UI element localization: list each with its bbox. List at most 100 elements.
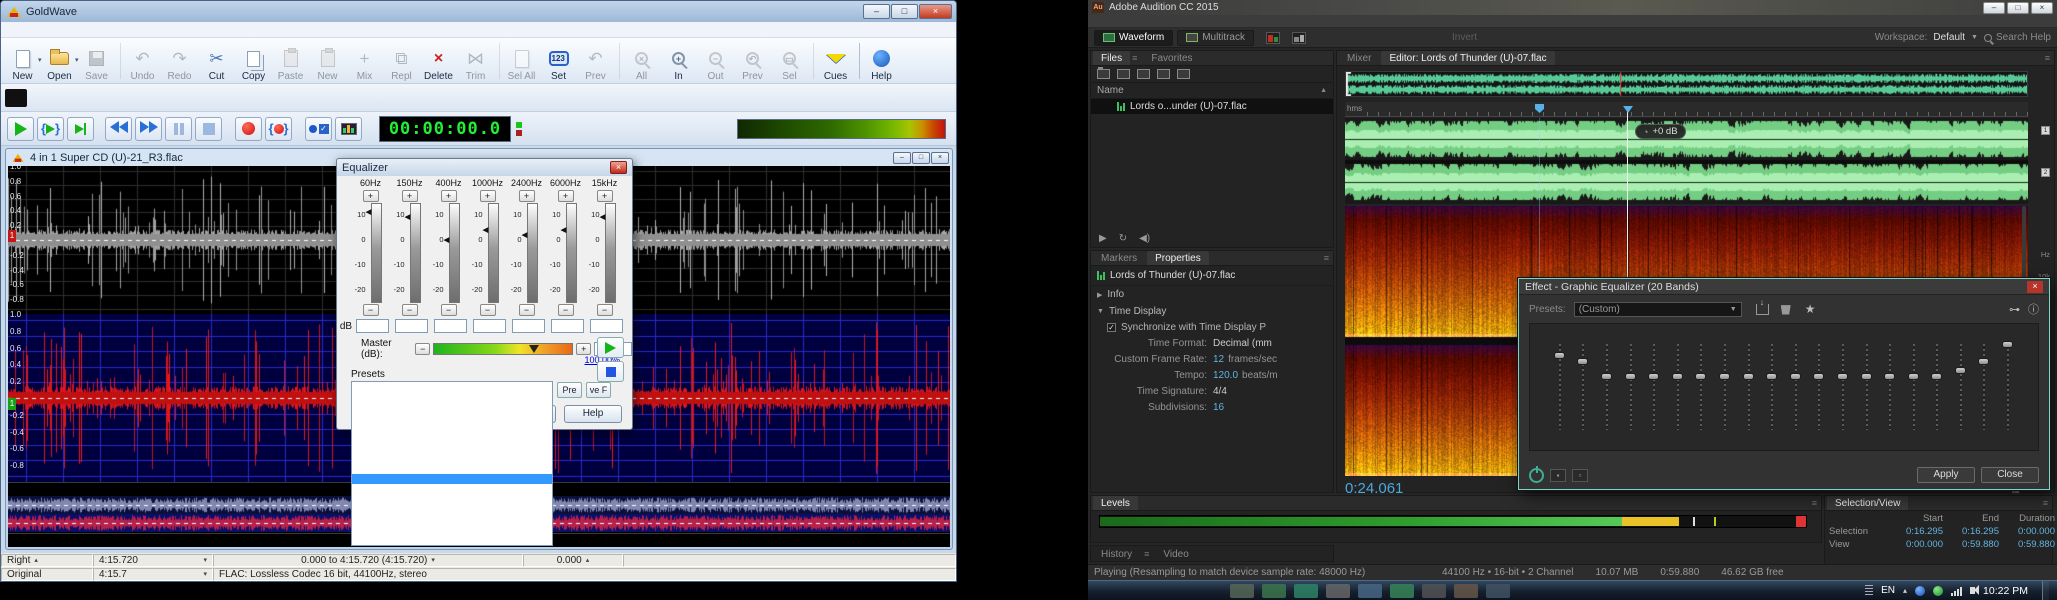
tool-button[interactable] (1326, 31, 1342, 45)
effect-toolbar-icon[interactable] (30, 87, 55, 109)
volume-icon[interactable] (1970, 585, 1980, 595)
toolbar-button[interactable]: ⧉ Repl (383, 39, 420, 83)
eq-band-db-input[interactable] (473, 319, 506, 333)
taskbar-app-icon[interactable] (1422, 583, 1446, 598)
file-list-item[interactable]: Lords o...under (U)-07.flac (1091, 99, 1333, 114)
toolbar-button[interactable]: ↷ Redo (161, 39, 198, 83)
eq-band-decrease-button[interactable]: − (557, 304, 574, 316)
panel-menu-icon[interactable]: ≡ (1812, 498, 1821, 508)
eq-slider-thumb[interactable] (1978, 358, 1990, 366)
play-selection-button[interactable]: {} (37, 116, 64, 141)
eq-band-slider-thumb[interactable]: ◄ (559, 225, 569, 236)
eq-slider-thumb[interactable] (1600, 373, 1612, 381)
eq-band-decrease-button[interactable]: − (362, 304, 379, 316)
taskbar-app-icon[interactable] (1454, 583, 1478, 598)
multitrack-view-button[interactable]: Multitrack (1177, 29, 1254, 46)
tool-button[interactable] (1390, 31, 1406, 45)
effect-toolbar-icon[interactable] (58, 87, 83, 109)
panel-menu-icon[interactable]: ≡ (2045, 53, 2054, 63)
eq-slider-thumb[interactable] (1648, 373, 1660, 381)
document-close-button[interactable]: × (931, 151, 949, 164)
channel-badge[interactable]: 2 (2041, 168, 2050, 177)
toolbar-button[interactable]: Paste (272, 39, 309, 83)
editor-timeline-ruler[interactable]: hms (1345, 102, 2028, 117)
eq-slider-thumb[interactable] (1695, 373, 1707, 381)
files-name-header[interactable]: Name ▲ (1091, 83, 1333, 99)
routing-icon[interactable]: ⊶ (2009, 303, 2020, 316)
eq-band-slider[interactable] (1831, 340, 1855, 448)
eq-band-slider[interactable] (1642, 340, 1666, 448)
row-start-value[interactable]: 0:00.000 (1887, 539, 1943, 550)
toolbar-button[interactable]: 123 Set (540, 39, 577, 83)
effect-toolbar-icon[interactable] (198, 87, 223, 109)
eq-band-slider-thumb[interactable]: ◄ (598, 213, 608, 223)
open-file-icon[interactable] (1097, 67, 1110, 79)
eq-band-slider[interactable] (1855, 340, 1879, 448)
eq-slider-thumb[interactable] (1718, 373, 1730, 381)
master-decrease-button[interactable]: − (415, 343, 431, 355)
minimize-button[interactable]: – (863, 4, 890, 19)
eq-band-db-input[interactable] (551, 319, 584, 333)
delete-preset-icon[interactable] (1780, 305, 1791, 315)
eq-slider-thumb[interactable] (1553, 351, 1565, 359)
tray-expand-icon[interactable]: ▴ (1903, 586, 1907, 595)
toolbar-button[interactable]: × All (623, 39, 660, 83)
document-maximize-button[interactable]: □ (912, 151, 930, 164)
channel-marker-red[interactable]: 1 (8, 230, 16, 242)
spinner-up-icon[interactable]: ▴ (586, 556, 590, 564)
eq-slider-thumb[interactable] (1789, 373, 1801, 381)
eq-band-increase-button[interactable]: + (518, 190, 535, 202)
toolbar-button[interactable]: Save (78, 39, 121, 83)
eq-slider-thumb[interactable] (1577, 358, 1589, 366)
editor-overview-strip[interactable] (1345, 71, 2028, 97)
effect-toolbar-icon[interactable] (170, 87, 195, 109)
preset-list-item[interactable] (352, 423, 552, 433)
dropdown-icon[interactable]: ▾ (203, 570, 207, 578)
presets-dropdown[interactable]: (Custom) ▼ (1573, 301, 1742, 317)
eq-band-decrease-button[interactable]: − (596, 304, 613, 316)
effect-toolbar-icon[interactable] (478, 87, 503, 109)
info-icon[interactable]: ⓘ (2028, 301, 2039, 317)
eq-slider-thumb[interactable] (1931, 373, 1943, 381)
eq-slider-thumb[interactable] (1907, 373, 1919, 381)
eq-band-slider[interactable] (1902, 340, 1926, 448)
eq-band-slider[interactable] (1713, 340, 1737, 448)
preset-list-item[interactable] (352, 504, 552, 514)
minimize-button[interactable]: – (1983, 1, 2005, 14)
spectral-display-icon[interactable] (1266, 31, 1280, 44)
playhead-head-icon[interactable] (1623, 106, 1633, 113)
tab-files[interactable]: Files (1093, 51, 1131, 65)
tab-editor[interactable]: Editor: Lords of Thunder (U)-07.flac (1381, 51, 1555, 65)
eq-band-slider[interactable] (370, 203, 382, 303)
toolbar-button[interactable]: ⋈ Trim (457, 39, 500, 83)
preview-loop-icon[interactable]: ↻ (1119, 233, 1127, 244)
eq-band-slider[interactable] (1737, 340, 1761, 448)
close-button[interactable]: Close (1981, 467, 2039, 483)
preset-list-item[interactable] (352, 525, 552, 535)
eq-band-slider[interactable] (1666, 340, 1690, 448)
help-button[interactable]: Help (564, 405, 622, 423)
pause-button[interactable] (165, 116, 192, 141)
effect-toolbar-icon[interactable] (366, 87, 391, 109)
effect-toolbar-icon[interactable] (310, 87, 335, 109)
eq-band-slider[interactable] (1548, 340, 1572, 448)
rewind-button[interactable] (105, 116, 132, 141)
tray-app-icon[interactable] (1933, 585, 1944, 596)
toolbar-button[interactable]: − Out (697, 39, 734, 83)
effect-toolbar-icon[interactable] (5, 88, 27, 107)
waveform-view-button[interactable]: Waveform (1094, 29, 1174, 46)
audition-titlebar[interactable]: Au Adobe Audition CC 2015 – □ × (1088, 0, 2057, 15)
equalizer-titlebar[interactable]: Equalizer × (337, 159, 632, 176)
tool-button[interactable] (1374, 31, 1390, 45)
toolbar-button[interactable]: Copy (235, 39, 272, 83)
favorite-star-icon[interactable]: ★ (1805, 302, 1816, 316)
effect-toolbar-icon[interactable] (226, 87, 251, 109)
eq-slider-thumb[interactable] (1860, 373, 1872, 381)
tab-history[interactable]: History (1093, 547, 1140, 561)
taskbar-app-icon[interactable] (1326, 583, 1350, 598)
toolbar-button[interactable]: × Delete (420, 39, 457, 83)
row-end-value[interactable]: 0:59.880 (1943, 539, 1999, 550)
effect-toolbar-icon[interactable] (646, 87, 671, 109)
toolbar-button[interactable]: Sel All (503, 39, 540, 83)
tab-video[interactable]: Video (1155, 547, 1196, 561)
